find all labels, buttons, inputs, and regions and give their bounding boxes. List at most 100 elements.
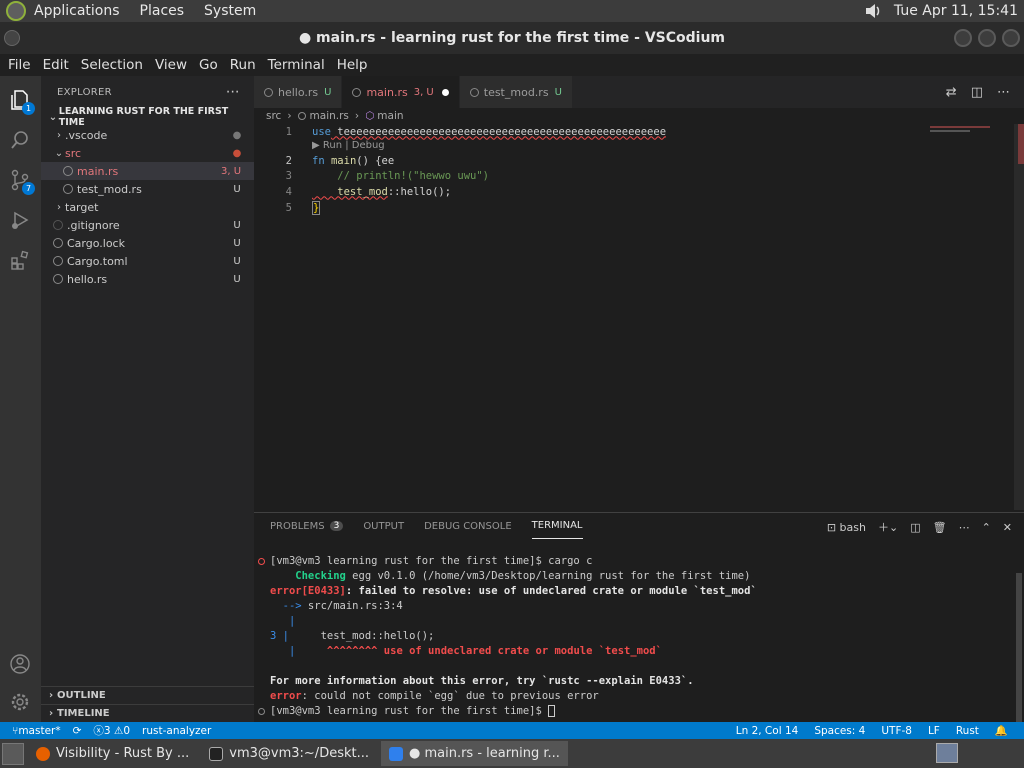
terminal-line: 3 | test_mod::hello(); [270,630,435,642]
open-changes-icon[interactable]: ⇄ [946,85,957,100]
problems-status[interactable]: ⓧ 3 ⚠ 0 [93,723,130,738]
chevron-right-icon: › [48,708,54,719]
more-actions-icon[interactable]: ⋯ [226,84,240,100]
workspace-folder[interactable]: ⌄ LEARNING RUST FOR THE FIRST TIME [41,106,254,128]
terminal-icon: ⊡ [826,520,840,534]
system-menu[interactable]: System [204,3,256,19]
menu-help[interactable]: Help [331,57,374,73]
tab-problems[interactable]: PROBLEMS 3 [270,513,344,539]
menu-bar: File Edit Selection View Go Run Terminal… [0,54,1024,76]
tree-item-test-mod-rs[interactable]: test_mod.rs U [41,180,254,198]
chevron-up-icon[interactable]: ⌃ [982,521,991,534]
branch-status[interactable]: ⑂ master* [12,725,61,737]
breadcrumb-src[interactable]: src [266,110,281,122]
code-line-2[interactable]: 2 fn main() {ee [254,153,954,168]
tab-debug-console[interactable]: DEBUG CONSOLE [424,513,512,539]
window-menu-icon[interactable] [4,30,20,46]
extensions-icon[interactable] [8,248,32,272]
editor-scrollbar[interactable] [1014,124,1024,510]
rust-analyzer-status[interactable]: rust-analyzer [142,725,211,737]
notifications-icon[interactable]: 🔔 [995,724,1008,737]
accounts-icon[interactable] [8,652,32,676]
places-menu[interactable]: Places [140,3,185,19]
settings-gear-icon[interactable] [8,690,32,714]
new-terminal-icon[interactable]: ＋⌄ [878,519,898,535]
split-editor-icon[interactable]: ◫ [971,85,983,100]
minimap[interactable] [928,124,1014,164]
terminal-line: For more information about this error, t… [270,675,694,687]
sync-icon[interactable]: ⟳ [73,725,82,737]
source-control-icon[interactable]: 7 [8,168,35,195]
timeline-section[interactable]: › TIMELINE [41,704,254,722]
menu-file[interactable]: File [0,57,37,73]
menu-run[interactable]: Run [224,57,262,73]
code-line-5[interactable]: 5 } [254,200,954,215]
show-desktop-button[interactable] [2,742,24,765]
taskbar-item-firefox[interactable]: Visibility - Rust By ... [28,741,197,766]
menu-edit[interactable]: Edit [37,57,75,73]
applications-menu[interactable]: Applications [34,3,120,19]
code-line-4[interactable]: 4 test_mod::hello(); [254,184,954,199]
encoding-status[interactable]: UTF-8 [881,724,912,737]
more-actions-icon[interactable]: ⋯ [959,521,970,534]
tree-item-main-rs[interactable]: main.rs 3, U [41,162,254,180]
terminal-prompt[interactable]: [vm3@vm3 learning rust for the first tim… [254,705,1014,720]
terminal-line: error[E0433]: failed to resolve: use of … [270,585,757,597]
close-button[interactable] [1002,29,1020,47]
warning-icon: ⚠ [110,724,124,737]
terminal-shell-selector[interactable]: ⊡ bash [827,521,866,534]
tree-item-cargo-lock[interactable]: Cargo.lock U [41,234,254,252]
tab-main-rs[interactable]: main.rs 3, U [342,76,460,108]
tree-item-hello-rs[interactable]: hello.rs U [41,270,254,288]
terminal-scrollbar[interactable] [1016,573,1022,723]
code-editor[interactable]: 1 use teeeeeeeeeeeeeeeeeeeeeeeeeeeeeeeee… [254,124,1024,510]
language-mode[interactable]: Rust [956,724,979,737]
menu-selection[interactable]: Selection [75,57,149,73]
tree-item-cargo-toml[interactable]: Cargo.toml U [41,252,254,270]
tree-item-target[interactable]: › target [41,198,254,216]
error-dot-icon[interactable] [258,558,265,565]
tab-output[interactable]: OUTPUT [363,513,404,539]
outline-section[interactable]: › OUTLINE [41,686,254,704]
terminal-line: --> src/main.rs:3:4 [270,600,403,612]
menu-go[interactable]: Go [193,57,224,73]
tree-item-vscode[interactable]: › .vscode ● [41,126,254,144]
function-symbol-icon: ⬡ [365,110,375,122]
volume-icon[interactable] [864,3,882,19]
trash-icon[interactable]: 🗑 [933,521,947,534]
distro-logo-icon[interactable] [6,1,26,21]
tab-test-mod-rs[interactable]: test_mod.rs U [459,76,573,108]
more-actions-icon[interactable]: ⋯ [997,85,1010,100]
search-icon[interactable] [8,128,32,152]
tree-item-gitignore[interactable]: .gitignore U [41,216,254,234]
taskbar-item-vscodium[interactable]: ● main.rs - learning r... [381,741,568,766]
minimize-button[interactable] [954,29,972,47]
maximize-button[interactable] [978,29,996,47]
taskbar-item-terminal[interactable]: vm3@vm3:~/Deskt... [201,741,377,766]
cursor-position[interactable]: Ln 2, Col 14 [736,724,799,737]
tab-hello-rs[interactable]: hello.rs U [254,76,343,108]
menu-view[interactable]: View [149,57,193,73]
editor-tabs: hello.rs U main.rs 3, U test_mod.rs U ⇄ … [254,76,1024,108]
code-line-3[interactable]: 3 // println!("hewwo uwu") [254,168,954,183]
code-line-1[interactable]: 1 use teeeeeeeeeeeeeeeeeeeeeeeeeeeeeeeee… [254,124,954,139]
unsaved-dot-icon[interactable] [441,88,449,96]
clock[interactable]: Tue Apr 11, 15:41 [894,3,1018,19]
terminal-output[interactable]: [vm3@vm3 learning rust for the first tim… [254,555,1014,720]
window-title-bar[interactable]: ● main.rs - learning rust for the first … [0,22,1024,54]
workspace-switcher[interactable] [936,743,958,763]
eol-status[interactable]: LF [928,724,940,737]
run-debug-codelens[interactable]: ▶ Run | Debug [312,140,385,151]
explorer-icon[interactable]: 1 [8,88,35,115]
menu-terminal[interactable]: Terminal [262,57,331,73]
tab-terminal[interactable]: TERMINAL [531,513,583,539]
close-panel-icon[interactable]: ✕ [1003,521,1012,534]
run-debug-icon[interactable] [8,208,32,232]
tree-item-src[interactable]: ⌄ src ● [41,144,254,162]
explorer-sidebar: EXPLORER ⋯ ⌄ LEARNING RUST FOR THE FIRST… [41,76,254,722]
split-terminal-icon[interactable]: ◫ [910,521,920,534]
breadcrumb-symbol[interactable]: main [377,110,403,122]
indentation-status[interactable]: Spaces: 4 [814,724,865,737]
command-dot-icon[interactable] [258,708,265,715]
breadcrumb-file[interactable]: main.rs [310,110,349,122]
